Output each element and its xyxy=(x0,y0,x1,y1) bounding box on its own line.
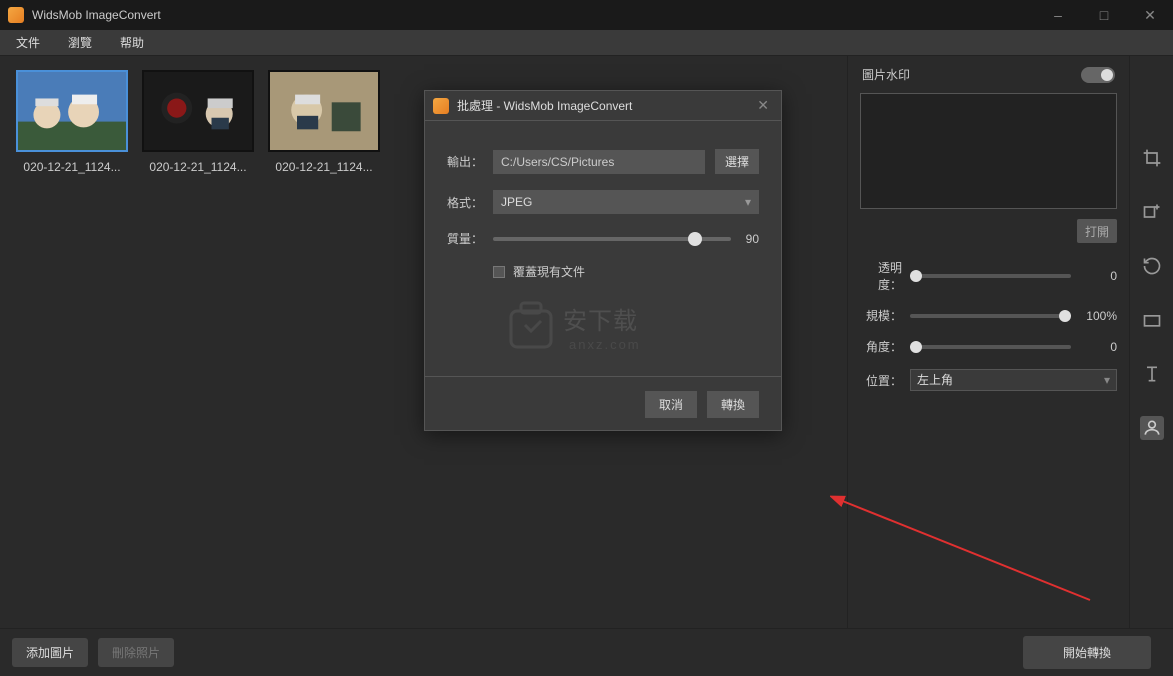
crop-icon[interactable] xyxy=(1140,146,1164,170)
thumbnail[interactable]: 020-12-21_1124... xyxy=(142,70,254,174)
rotate-icon[interactable] xyxy=(1140,254,1164,278)
menu-help[interactable]: 帮助 xyxy=(120,34,144,51)
start-convert-button[interactable]: 開始轉換 xyxy=(1023,636,1151,669)
choose-button[interactable]: 選擇 xyxy=(715,149,759,174)
overwrite-label: 覆蓋現有文件 xyxy=(513,263,585,280)
watermark-preview xyxy=(860,93,1117,209)
scale-slider[interactable] xyxy=(910,314,1071,318)
format-label: 格式： xyxy=(447,194,493,211)
dialog-title: 批處理 - WidsMob ImageConvert xyxy=(457,97,632,114)
svg-text:anxz.com: anxz.com xyxy=(569,337,641,352)
angle-label: 角度： xyxy=(860,338,910,355)
thumbnail-image xyxy=(144,70,252,152)
close-button[interactable]: ✕ xyxy=(1127,0,1173,30)
window-title: WidsMob ImageConvert xyxy=(32,8,161,22)
frame-icon[interactable] xyxy=(1140,308,1164,332)
thumbnail-image xyxy=(270,70,378,152)
output-label: 輸出： xyxy=(447,153,493,170)
output-path-input[interactable] xyxy=(493,150,705,174)
resize-icon[interactable] xyxy=(1140,200,1164,224)
minimize-button[interactable]: – xyxy=(1035,0,1081,30)
maximize-button[interactable]: □ xyxy=(1081,0,1127,30)
opacity-slider[interactable] xyxy=(910,274,1071,278)
menu-browse[interactable]: 瀏覽 xyxy=(68,34,92,51)
svg-text:安下载: 安下载 xyxy=(563,308,638,335)
watermark-icon[interactable] xyxy=(1140,416,1164,440)
scale-label: 規模： xyxy=(860,307,910,324)
cancel-button[interactable]: 取消 xyxy=(645,391,697,418)
app-icon xyxy=(8,7,24,23)
thumbnail-image xyxy=(18,70,126,152)
thumbnail-label: 020-12-21_1124... xyxy=(142,160,254,174)
panel-title: 圖片水印 xyxy=(862,66,910,83)
position-select[interactable]: 左上角 xyxy=(910,369,1117,391)
opacity-value: 0 xyxy=(1071,269,1117,283)
format-select[interactable]: JPEG xyxy=(493,190,759,214)
quality-label: 質量： xyxy=(447,230,493,247)
thumbnail[interactable]: 020-12-21_1124... xyxy=(268,70,380,174)
titlebar: WidsMob ImageConvert – □ ✕ xyxy=(0,0,1173,30)
opacity-label: 透明度： xyxy=(860,259,910,293)
position-label: 位置： xyxy=(860,372,910,389)
overwrite-checkbox[interactable] xyxy=(493,266,505,278)
watermark-logo: 安下载 anxz.com xyxy=(447,290,759,362)
app-icon xyxy=(433,98,449,114)
watermark-panel: 圖片水印 打開 透明度： 0 規模： 100% 角度： 0 位置： 左上角 xyxy=(847,56,1129,628)
delete-image-button[interactable]: 刪除照片 xyxy=(98,638,174,667)
open-button[interactable]: 打開 xyxy=(1077,219,1117,243)
watermark-toggle[interactable] xyxy=(1081,67,1115,83)
menu-file[interactable]: 文件 xyxy=(16,34,40,51)
menubar: 文件 瀏覽 帮助 xyxy=(0,30,1173,56)
angle-slider[interactable] xyxy=(910,345,1071,349)
quality-value: 90 xyxy=(731,232,759,246)
angle-value: 0 xyxy=(1071,340,1117,354)
add-image-button[interactable]: 添加圖片 xyxy=(12,638,88,667)
quality-slider[interactable] xyxy=(493,237,731,241)
scale-value: 100% xyxy=(1071,309,1117,323)
convert-button[interactable]: 轉換 xyxy=(707,391,759,418)
text-icon[interactable] xyxy=(1140,362,1164,386)
batch-dialog: 批處理 - WidsMob ImageConvert ✕ 輸出： 選擇 格式： … xyxy=(424,90,782,431)
thumbnail-label: 020-12-21_1124... xyxy=(268,160,380,174)
thumbnail[interactable]: 020-12-21_1124... xyxy=(16,70,128,174)
bottom-bar: 添加圖片 刪除照片 開始轉換 xyxy=(0,628,1173,676)
tool-strip xyxy=(1129,56,1173,628)
dialog-close-icon[interactable]: ✕ xyxy=(753,97,773,114)
thumbnail-label: 020-12-21_1124... xyxy=(16,160,128,174)
